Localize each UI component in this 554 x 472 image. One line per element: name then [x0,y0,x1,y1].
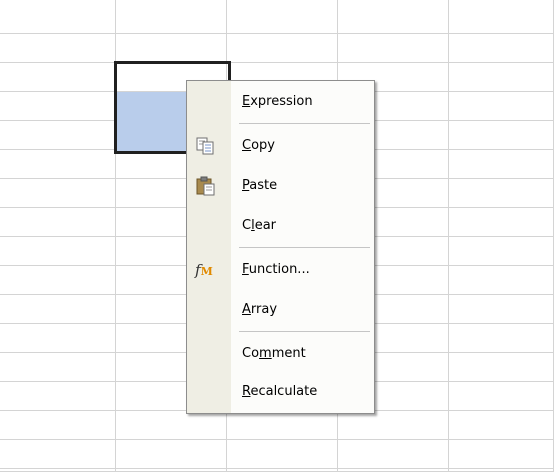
grid-cell[interactable] [0,237,116,266]
menu-item-recalculate-label: Recalculate [242,384,318,399]
grid-cell[interactable] [449,266,554,295]
grid-cell[interactable] [449,440,554,469]
menu-item-paste[interactable]: Paste [187,175,374,197]
grid-cell[interactable] [227,34,338,63]
grid-cell[interactable] [338,411,449,440]
grid-cell[interactable] [0,411,116,440]
grid-cell[interactable] [116,440,227,469]
grid-cell[interactable] [0,0,116,34]
menu-item-copy-label: Copy [242,138,275,153]
grid-cell[interactable] [227,440,338,469]
menu-item-comment-label: Comment [242,346,306,361]
grid-cell[interactable] [0,324,116,353]
menu-item-expression[interactable]: Expression [187,91,374,113]
grid-cell[interactable] [116,411,227,440]
grid-cell[interactable] [449,0,554,34]
grid-cell[interactable] [0,63,116,92]
grid-cell[interactable] [449,353,554,382]
grid-cell[interactable] [449,92,554,121]
menu-item-clear[interactable]: Clear [187,215,374,237]
menu-item-recalculate[interactable]: Recalculate [187,381,374,403]
grid-cell[interactable] [449,34,554,63]
function-icon-m: M [200,265,213,278]
copy-icon [195,136,217,156]
grid-cell[interactable] [0,92,116,121]
menu-item-paste-label: Paste [242,178,278,193]
grid-cell[interactable] [0,150,116,179]
grid-cell[interactable] [338,0,449,34]
grid-cell[interactable] [0,179,116,208]
menu-item-function[interactable]: fM Function... [187,259,374,281]
menu-item-clear-label: Clear [242,218,277,233]
grid-cell[interactable] [449,382,554,411]
grid-cell[interactable] [0,208,116,237]
menu-item-comment[interactable]: Comment [187,343,374,365]
menu-item-array[interactable]: Array [187,299,374,321]
grid-cell[interactable] [338,440,449,469]
grid-cell[interactable] [449,179,554,208]
grid-cell[interactable] [227,0,338,34]
menu-item-function-label: Function... [242,262,310,277]
menu-separator [239,123,370,124]
grid-cell[interactable] [0,353,116,382]
function-icon: fM [195,260,217,280]
menu-separator [239,247,370,248]
grid-cell[interactable] [449,121,554,150]
menu-separator [239,331,370,332]
grid-cell[interactable] [227,411,338,440]
menu-item-expression-label: Expression [242,94,313,109]
grid-cell[interactable] [0,382,116,411]
grid-cell[interactable] [449,411,554,440]
grid-cell[interactable] [338,34,449,63]
grid-cell[interactable] [449,208,554,237]
context-menu: Expression Copy Paste Clear fM Function.… [186,80,375,414]
grid-cell[interactable] [0,266,116,295]
grid-cell[interactable] [449,237,554,266]
grid-cell[interactable] [449,150,554,179]
menu-item-array-label: Array [242,302,278,317]
grid-cell[interactable] [0,295,116,324]
paste-icon [195,176,217,196]
grid-cell[interactable] [449,63,554,92]
grid-cell[interactable] [449,295,554,324]
grid-cell[interactable] [0,440,116,469]
grid-cell[interactable] [449,324,554,353]
grid-cell[interactable] [0,121,116,150]
menu-item-copy[interactable]: Copy [187,135,374,157]
grid-cell[interactable] [116,34,227,63]
grid-cell[interactable] [116,0,227,34]
grid-cell[interactable] [0,34,116,63]
